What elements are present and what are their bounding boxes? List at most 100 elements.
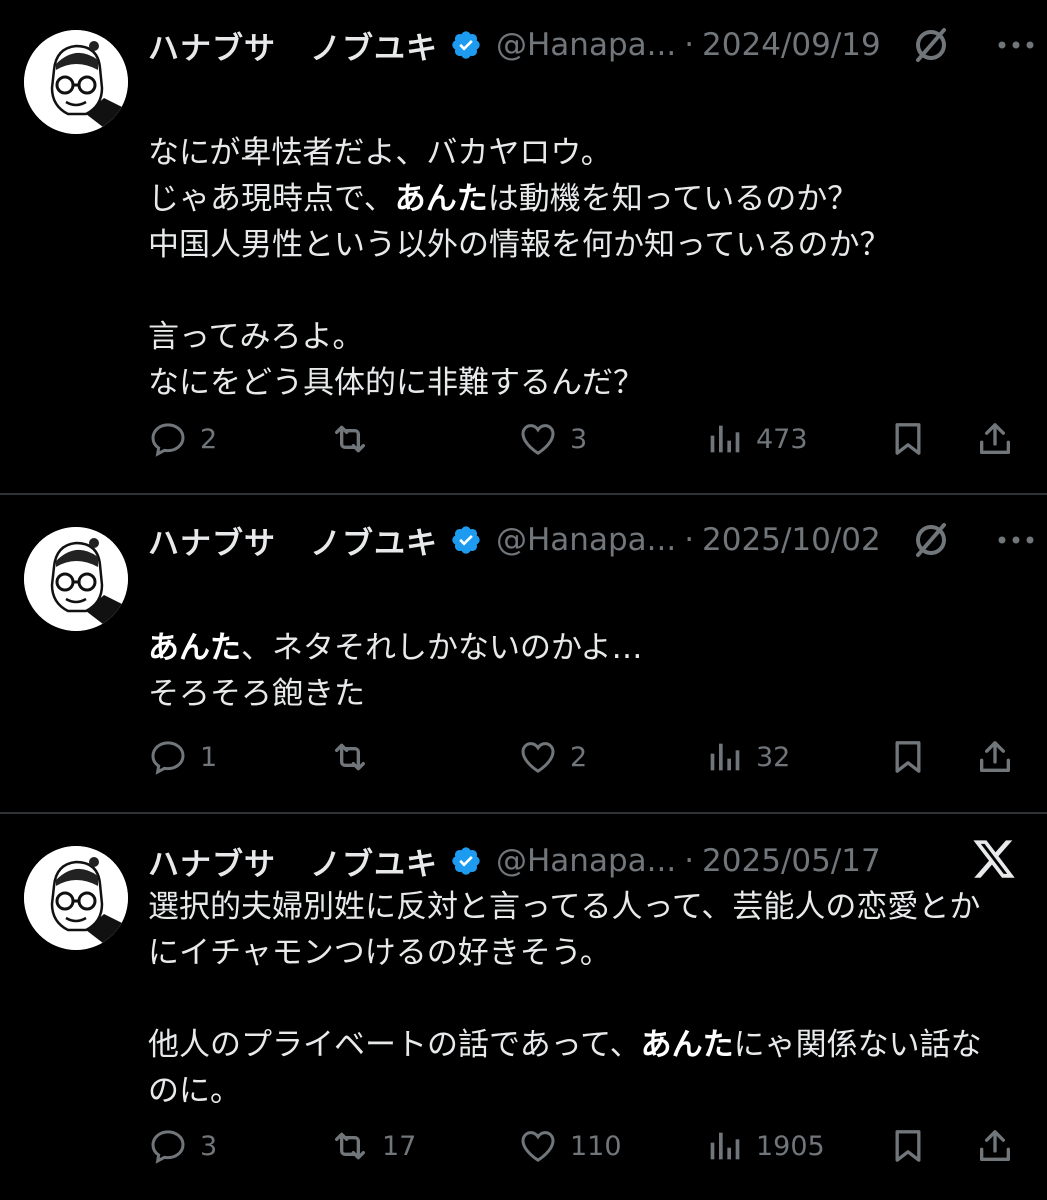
reply-icon [151, 741, 185, 775]
retweet-button[interactable]: 17 [330, 1122, 416, 1170]
retweet-icon [335, 743, 365, 771]
action-bar: 3 17 110 1905 [0, 1122, 1047, 1170]
tweet-text-run: にイチャモンつけるの好きそう。 [148, 935, 611, 971]
retweet-button[interactable] [330, 733, 382, 781]
tweet-text-run: なにが卑怯者だよ、バカヤロウ。 [148, 135, 612, 171]
bookmark-icon [895, 423, 921, 455]
reply-button[interactable]: 1 [148, 733, 217, 781]
tweet-text-emphasis: あんた [394, 181, 488, 217]
heart-icon [521, 742, 555, 773]
avatar[interactable] [24, 846, 128, 950]
tweet-text-run: じゃあ現時点で、 [148, 181, 395, 217]
views-chart-icon [710, 743, 740, 771]
share-button[interactable] [975, 1122, 1015, 1170]
separator-dot: · [684, 27, 695, 63]
author-handle[interactable]: @Hanapa... [496, 522, 676, 558]
tweet-text-line: 言ってみろよ。 [148, 314, 1023, 360]
tweet-text-line: なにをどう具体的に非難するんだ？ [148, 360, 1023, 406]
views-chart-icon [710, 1132, 740, 1160]
tweet-header: ハナブサ ノブユキ @Hanapa... · 2025/05/17 [148, 836, 1027, 886]
reply-count: 2 [200, 423, 218, 455]
tweet-text-line: あんた、ネタそれしかないのかよ… [148, 625, 1023, 671]
tweet-text-run: にゃ関係ない話な [733, 1027, 982, 1063]
author-handle[interactable]: @Hanapa... [496, 843, 676, 879]
x-logo-icon [973, 840, 1015, 878]
grok-icon[interactable] [910, 24, 952, 66]
views-button[interactable]: 473 [704, 415, 808, 463]
tweet-date[interactable]: 2025/05/17 [702, 843, 881, 879]
author-name[interactable]: ハナブサ ノブユキ [148, 839, 438, 884]
tweet-text-run: そろそろ飽きた [148, 676, 365, 712]
tweet-header: ハナブサ ノブユキ @Hanapa... · 2025/10/02 [148, 515, 1027, 565]
tweet-text-run: 中国人男性という以外の情報を何か知っているのか？ [148, 227, 891, 263]
avatar-illustration [24, 846, 128, 950]
views-button[interactable]: 32 [704, 733, 790, 781]
bookmark-button[interactable] [888, 733, 928, 781]
bookmark-button[interactable] [888, 1122, 928, 1170]
author-name[interactable]: ハナブサ ノブユキ [148, 23, 438, 68]
like-button[interactable]: 2 [518, 733, 587, 781]
tweet[interactable]: ハナブサ ノブユキ @Hanapa... · 2025/05/17 選択的夫婦別姓… [0, 836, 1047, 1186]
share-button[interactable] [975, 415, 1015, 463]
view-count: 1905 [756, 1130, 825, 1162]
separator-dot: · [684, 522, 695, 558]
share-button[interactable] [975, 733, 1015, 781]
bookmark-button[interactable] [888, 415, 928, 463]
tweet-text-run: なにをどう具体的に非難するんだ？ [148, 365, 644, 401]
tweet-text-line: にイチャモンつけるの好きそう。 [148, 930, 1023, 976]
tweet-text-line: 中国人男性という以外の情報を何か知っているのか？ [148, 222, 1023, 268]
like-count: 110 [570, 1130, 622, 1162]
views-button[interactable]: 1905 [704, 1122, 825, 1170]
tweet-text: あんた、ネタそれしかないのかよ… そろそろ飽きた [148, 625, 1023, 717]
tweet-divider [0, 812, 1047, 814]
like-button[interactable]: 110 [518, 1122, 622, 1170]
author-handle[interactable]: @Hanapa... [496, 27, 676, 63]
tweet[interactable]: ハナブサ ノブユキ @Hanapa... · 2024/09/19 なにが卑怯者だ… [0, 20, 1047, 480]
tweet-text-line: じゃあ現時点で、あんたは動機を知っているのか？ [148, 176, 1023, 222]
reply-icon [151, 1130, 185, 1164]
avatar-illustration [24, 30, 128, 134]
tweet-text-run: のに。 [148, 1073, 241, 1109]
tweet[interactable]: ハナブサ ノブユキ @Hanapa... · 2025/10/02 あんた、ネタそ… [0, 515, 1047, 800]
like-count: 3 [570, 423, 588, 455]
more-options-icon[interactable] [993, 24, 1039, 66]
tweet-text: なにが卑怯者だよ、バカヤロウ。 じゃあ現時点で、あんたは動機を知っているのか？ 中国… [148, 130, 1023, 406]
tweet-text-line: 選択的夫婦別姓に反対と言ってる人って、芸能人の恋愛とか [148, 884, 1023, 930]
retweet-count: 17 [382, 1130, 417, 1162]
tweet-date[interactable]: 2025/10/02 [702, 522, 881, 558]
timeline-feed: ハナブサ ノブユキ @Hanapa... · 2024/09/19 なにが卑怯者だ… [0, 0, 1047, 1200]
author-name[interactable]: ハナブサ ノブユキ [148, 518, 438, 563]
tweet-text: 選択的夫婦別姓に反対と言ってる人って、芸能人の恋愛とか にイチャモンつけるの好きそ… [148, 884, 1023, 1114]
heart-icon [521, 1131, 555, 1162]
avatar[interactable] [24, 527, 128, 631]
reply-count: 3 [200, 1130, 218, 1162]
reply-icon [151, 423, 185, 457]
heart-icon [521, 424, 555, 455]
avatar-illustration [24, 527, 128, 631]
tweet-text-run: は動機を知っているのか？ [487, 181, 859, 217]
action-bar: 2 3 473 [0, 415, 1047, 463]
more-options-icon[interactable] [993, 519, 1039, 561]
like-count: 2 [570, 741, 588, 773]
tweet-text-emphasis: あんた [148, 630, 241, 666]
reply-button[interactable]: 3 [148, 1122, 217, 1170]
reply-button[interactable]: 2 [148, 415, 217, 463]
reply-count: 1 [200, 741, 218, 773]
like-button[interactable]: 3 [518, 415, 587, 463]
view-count: 32 [756, 741, 791, 773]
share-icon [980, 423, 1010, 454]
tweet-text-line: なにが卑怯者だよ、バカヤロウ。 [148, 130, 1023, 176]
separator-dot: · [684, 843, 695, 879]
tweet-date[interactable]: 2024/09/19 [702, 27, 881, 63]
tweet-text-line [148, 268, 1023, 314]
tweet-header: ハナブサ ノブユキ @Hanapa... · 2024/09/19 [148, 20, 1027, 70]
grok-icon[interactable] [910, 519, 952, 561]
bookmark-icon [895, 1130, 921, 1162]
tweet-text-run: 、ネタそれしかないのかよ… [241, 630, 643, 666]
tweet-text-line: 他人のプライベートの話であって、あんたにゃ関係ない話な [148, 1022, 1023, 1068]
retweet-icon [335, 1132, 365, 1160]
action-bar: 1 2 32 [0, 733, 1047, 781]
avatar[interactable] [24, 30, 128, 134]
retweet-button[interactable] [330, 415, 382, 463]
tweet-text-run: 選択的夫婦別姓に反対と言ってる人って、芸能人の恋愛とか [148, 889, 981, 925]
